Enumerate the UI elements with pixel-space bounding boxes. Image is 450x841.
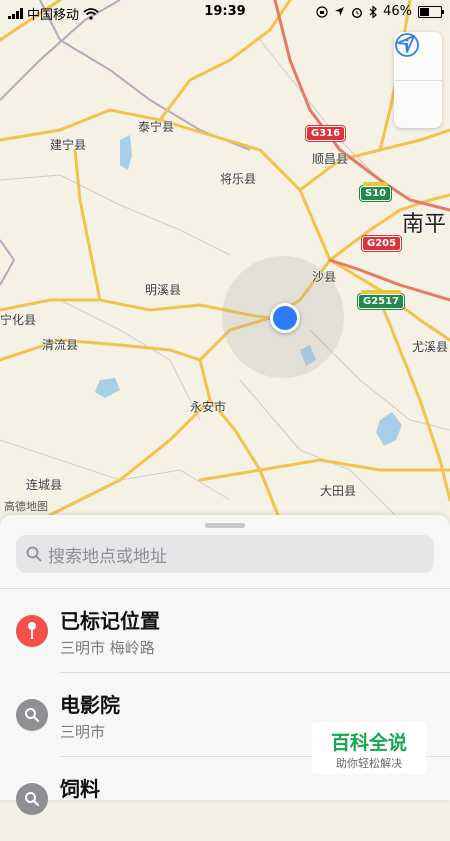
city-label-liancheng: 连城县 <box>26 478 63 492</box>
alarm-icon <box>352 7 363 18</box>
status-bar: 中国移动 19:39 46% <box>0 0 450 24</box>
track-location-button[interactable] <box>394 35 442 129</box>
watermark-subtitle: 助你轻松解决 <box>336 757 402 770</box>
city-label-jianning: 建宁县 <box>50 138 87 152</box>
city-label-ninghua: 宁化县 <box>0 313 37 327</box>
road-shield-g205: G205 <box>362 236 402 251</box>
search-icon <box>16 783 48 815</box>
list-item-marked-location[interactable]: 已标记位置 三明市 梅岭路 <box>0 589 450 673</box>
search-placeholder: 搜索地点或地址 <box>48 546 167 567</box>
search-input[interactable]: 搜索地点或地址 <box>16 535 434 573</box>
watermark-title: 百科全说 <box>330 732 407 754</box>
orientation-lock-icon <box>316 5 328 18</box>
road-shield-g2517: G2517 <box>358 290 405 309</box>
location-arrow-icon <box>397 35 415 53</box>
city-label-shaxian: 沙县 <box>312 270 337 284</box>
road-shield-s10: S10 <box>360 182 392 201</box>
city-label-nanping: 南平 <box>402 212 447 237</box>
city-label-taining: 泰宁县 <box>138 120 175 134</box>
road-shield-g316: G316 <box>306 126 346 141</box>
map-roads <box>0 0 450 522</box>
city-label-youxi: 尤溪县 <box>412 340 449 354</box>
city-label-qingliu: 清流县 <box>42 338 79 352</box>
search-icon <box>26 546 42 562</box>
map-attribution: 高德地图 <box>4 500 48 513</box>
map-controls <box>394 32 442 128</box>
city-label-jiangle: 将乐县 <box>220 172 257 186</box>
search-icon <box>16 699 48 731</box>
list-item-subtitle: 三明市 梅岭路 <box>60 639 155 657</box>
list-item-title: 已标记位置 <box>60 609 160 633</box>
list-item-title: 电影院 <box>60 693 120 717</box>
battery-icon <box>418 5 444 18</box>
current-location-dot[interactable] <box>270 303 300 333</box>
city-label-yongan: 永安市 <box>190 400 227 414</box>
sheet-grabber[interactable] <box>205 523 245 528</box>
map-view[interactable]: 泰宁县 建宁县 顺昌县 将乐县 南平 沙县 明溪县 宁化县 清流县 尤溪县 永安… <box>0 0 450 530</box>
location-services-icon <box>335 7 345 16</box>
list-item-title: 饲料 <box>60 777 100 801</box>
battery-percent: 46% <box>383 4 412 19</box>
city-label-mingxi: 明溪县 <box>145 283 182 297</box>
list-item-subtitle: 三明市 <box>60 723 106 741</box>
city-label-shunchang: 顺昌县 <box>312 152 349 166</box>
bluetooth-icon <box>369 5 377 18</box>
pin-icon <box>16 615 48 647</box>
city-label-datian: 大田县 <box>320 484 357 498</box>
watermark-logo: 百科全说 助你轻松解决 <box>312 722 426 774</box>
